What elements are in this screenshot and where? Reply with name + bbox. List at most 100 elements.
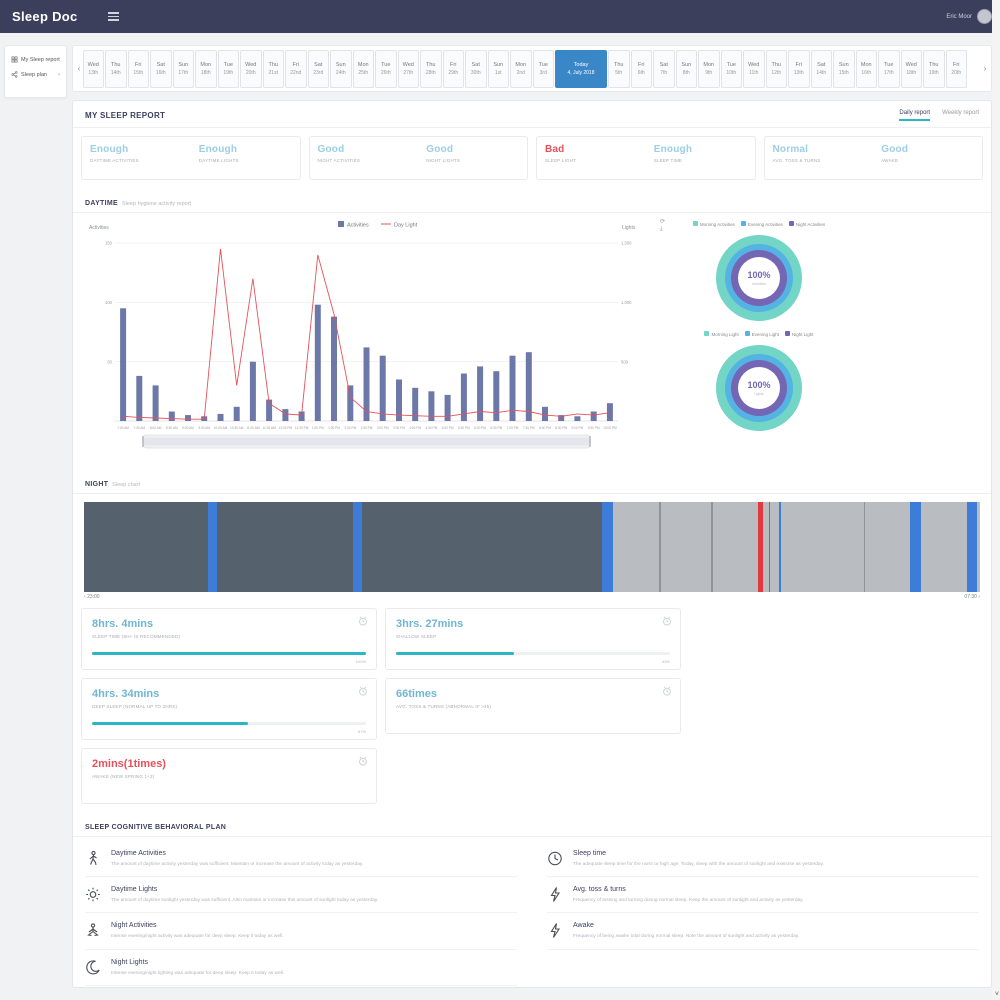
main-report-card: MY SLEEP REPORT Daily report Weekly repo…: [72, 100, 992, 988]
lights-donut-chart[interactable]: 100%Lights: [716, 345, 802, 431]
chip-date: 1st: [495, 70, 502, 76]
date-chip[interactable]: Thu28th: [420, 50, 442, 88]
date-chip[interactable]: Sun17th: [173, 50, 195, 88]
date-chip[interactable]: Mon18th: [195, 50, 217, 88]
moon-icon: [85, 959, 102, 976]
date-chip[interactable]: Mon16th: [856, 50, 878, 88]
stat-value: 3hrs. 27mins: [396, 618, 670, 630]
chip-date: 19th: [223, 70, 233, 76]
sleep-segment-awake: [769, 502, 771, 592]
date-chip[interactable]: Sun15th: [833, 50, 855, 88]
date-chip[interactable]: Thu12th: [766, 50, 788, 88]
date-chip[interactable]: Mon9th: [698, 50, 720, 88]
night-sleep-timeline[interactable]: [84, 502, 980, 592]
date-chip[interactable]: Sat23rd: [308, 50, 330, 88]
date-chip[interactable]: Fri22nd: [285, 50, 307, 88]
summary-entry: EnoughSLEEP TIME: [646, 137, 755, 179]
legend-swatch: [693, 221, 698, 226]
chip-day: Fri: [293, 62, 299, 68]
date-chip[interactable]: Fri6th: [631, 50, 653, 88]
date-chip[interactable]: Wed13th: [83, 50, 105, 88]
chip-day: Sun: [336, 62, 346, 68]
refresh-icon[interactable]: ⟳: [660, 219, 665, 226]
summary-card: NormalAVG. TOSS & TURNSGoodAWAKE: [764, 136, 984, 180]
svg-text:7:30 AM: 7:30 AM: [133, 426, 145, 430]
chip-date: 3rd: [540, 70, 547, 76]
date-chip[interactable]: Wed27th: [398, 50, 420, 88]
date-chip[interactable]: Thu14th: [105, 50, 127, 88]
chip-day: Tue: [381, 62, 390, 68]
date-chip[interactable]: Sun24th: [330, 50, 352, 88]
legend-item[interactable]: Morning Activities: [693, 221, 735, 227]
sidebar-item-my-sleep-report[interactable]: My Sleep report: [9, 52, 62, 67]
sidebar-item-sleep-plan[interactable]: Sleep plan ›: [9, 67, 62, 82]
svg-text:7:00 PM: 7:00 PM: [507, 426, 519, 430]
date-chip[interactable]: Tue19th: [218, 50, 240, 88]
date-chip[interactable]: Sat30th: [465, 50, 487, 88]
page-scrollbar[interactable]: ˅: [992, 0, 1000, 1000]
progress-bar-fill: [92, 722, 248, 725]
date-chip[interactable]: Thu21st: [263, 50, 285, 88]
plan-column-left: Daytime ActivitiesThe amount of daytime …: [85, 841, 517, 986]
date-chip[interactable]: Wed20th: [240, 50, 262, 88]
plan-item-title: Sleep time: [573, 850, 824, 857]
date-chip[interactable]: Fri20th: [946, 50, 968, 88]
chip-day: Fri: [638, 62, 644, 68]
date-chip[interactable]: Tue10th: [721, 50, 743, 88]
chip-date: 15th: [133, 70, 143, 76]
date-chip[interactable]: Fri29th: [443, 50, 465, 88]
alarm-clock-icon: [358, 686, 368, 696]
summary-value: Enough: [199, 144, 292, 155]
legend-swatch: [745, 331, 750, 336]
date-chip[interactable]: Sat7th: [653, 50, 675, 88]
date-chip[interactable]: Tue 26th: [375, 50, 397, 88]
chart-toolbox[interactable]: ⟳ ⤓: [660, 219, 665, 233]
date-chip[interactable]: Sun8th: [676, 50, 698, 88]
daytime-activity-chart[interactable]: ActivitiesLightsActivitiesDay Light50500…: [83, 217, 658, 467]
summary-label: AWAKE: [881, 158, 974, 163]
legend-item[interactable]: Night Activities: [789, 221, 825, 227]
summary-value: Good: [426, 144, 519, 155]
chip-date: 4, July 2018: [568, 70, 595, 76]
legend-item[interactable]: Morning Light: [704, 331, 738, 337]
date-chip[interactable]: Wed18th: [901, 50, 923, 88]
legend-item[interactable]: Evening Light: [745, 331, 779, 337]
chip-day: Mon: [200, 62, 211, 68]
chip-day: Tue: [884, 62, 893, 68]
date-chip[interactable]: Sat14th: [811, 50, 833, 88]
date-chip[interactable]: Mon2nd: [510, 50, 532, 88]
summary-card: EnoughDAYTIME ACTIVITIESEnoughDAYTIME LI…: [81, 136, 301, 180]
legend-item[interactable]: Evening Activities: [741, 221, 783, 227]
chip-day: Thu: [929, 62, 938, 68]
date-chip[interactable]: Thu19th: [923, 50, 945, 88]
save-icon[interactable]: ⤓: [660, 226, 665, 233]
legend-item[interactable]: Night Light: [785, 331, 814, 337]
date-chip[interactable]: Wed11th: [743, 50, 765, 88]
activities-donut-chart[interactable]: 100%Activities: [716, 235, 802, 321]
avatar[interactable]: [977, 9, 992, 24]
date-chip[interactable]: Mon25th: [353, 50, 375, 88]
plan-item-title: Night Activities: [111, 922, 284, 929]
hamburger-menu-icon[interactable]: [108, 10, 119, 23]
date-chip-today[interactable]: Today4, July 2018: [555, 50, 607, 88]
date-chip[interactable]: Tue3rd: [533, 50, 555, 88]
date-chip[interactable]: Fri13th: [788, 50, 810, 88]
donut-column: ⟳ ⤓ Morning ActivitiesEvening Activities…: [674, 217, 844, 467]
svg-text:11:30 AM: 11:30 AM: [262, 426, 276, 430]
chip-date: 26th: [381, 70, 391, 76]
date-chip[interactable]: Fri15th: [128, 50, 150, 88]
date-chip[interactable]: Sat16th: [150, 50, 172, 88]
date-chip[interactable]: Tue 17th: [878, 50, 900, 88]
date-chip[interactable]: Sun1st: [488, 50, 510, 88]
tab-daily-report[interactable]: Daily report: [899, 110, 930, 121]
carousel-next-icon[interactable]: ›: [982, 64, 988, 73]
report-icon: [11, 56, 18, 63]
night-section-subtitle: Sleep chart: [112, 482, 140, 488]
chip-date: 23rd: [313, 70, 323, 76]
summary-entry: EnoughDAYTIME LIGHTS: [191, 137, 300, 179]
summary-label: AVG. TOSS & TURNS: [773, 158, 866, 163]
svg-text:11:00 AM: 11:00 AM: [246, 426, 260, 430]
chip-date: 17th: [884, 70, 894, 76]
date-chip[interactable]: Thu5th: [608, 50, 630, 88]
tab-weekly-report[interactable]: Weekly report: [942, 110, 979, 121]
